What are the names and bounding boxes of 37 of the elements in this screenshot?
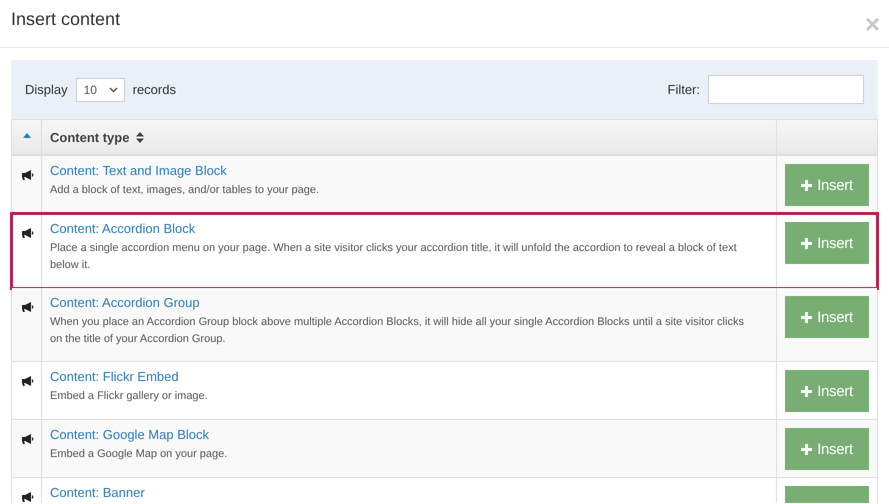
plus-icon	[801, 180, 812, 190]
insert-button[interactable]: Insert	[785, 164, 869, 206]
plus-icon	[801, 312, 812, 322]
sort-ascending-icon[interactable]	[22, 132, 30, 138]
content-type-link[interactable]: Content: Banner	[50, 484, 145, 502]
display-label: Display	[25, 82, 68, 97]
insert-button[interactable]: Insert	[785, 296, 869, 338]
plus-icon	[801, 444, 812, 454]
content-type-link[interactable]: Content: Text and Image Block	[50, 162, 227, 180]
content-type-link[interactable]: Content: Flickr Embed	[50, 368, 179, 386]
chevron-down-icon	[108, 86, 118, 92]
page-size-select[interactable]: 10	[76, 78, 125, 102]
plus-icon	[801, 238, 812, 248]
megaphone-icon	[21, 491, 34, 503]
megaphone-icon	[21, 301, 34, 313]
content-type-link[interactable]: Content: Accordion Block	[50, 220, 196, 238]
filter-field[interactable]	[708, 75, 864, 104]
content-type-link[interactable]: Content: Accordion Group	[50, 294, 200, 312]
content-type-description: Embed a Google Map on your page.	[50, 447, 228, 462]
sort-icon[interactable]	[136, 132, 144, 142]
column-header[interactable]: Content type	[50, 130, 130, 144]
insert-button[interactable]: Insert	[785, 222, 869, 264]
content-type-description: When you place an Accordion Group block above multiple Accordion Blocks, it will hide all your single Accordion Blocks until a site visitor clicks on the title of your Accordion Group.	[50, 315, 745, 347]
content-type-description: Embed a Flickr gallery or image.	[50, 389, 209, 404]
megaphone-icon	[21, 169, 34, 181]
records-label: records	[132, 82, 176, 97]
dialog-title: Insert content	[11, 9, 120, 30]
content-type-description: Place a single accordion menu on your page. When a site visitor clicks your accordion title, it will unfold the accordion to reveal a block of text below it.	[50, 241, 738, 273]
plus-icon	[801, 386, 812, 396]
content-type-description: Add a block of text, images, and/or tables to your page.	[50, 183, 320, 198]
content-type-link[interactable]: Content: Google Map Block	[50, 426, 209, 444]
megaphone-icon	[21, 227, 34, 239]
filter-label: Filter:	[668, 82, 700, 97]
insert-button[interactable]: Insert	[785, 428, 869, 470]
insert-button[interactable]: Insert	[785, 370, 869, 412]
megaphone-icon	[21, 375, 34, 387]
megaphone-icon	[21, 433, 34, 445]
